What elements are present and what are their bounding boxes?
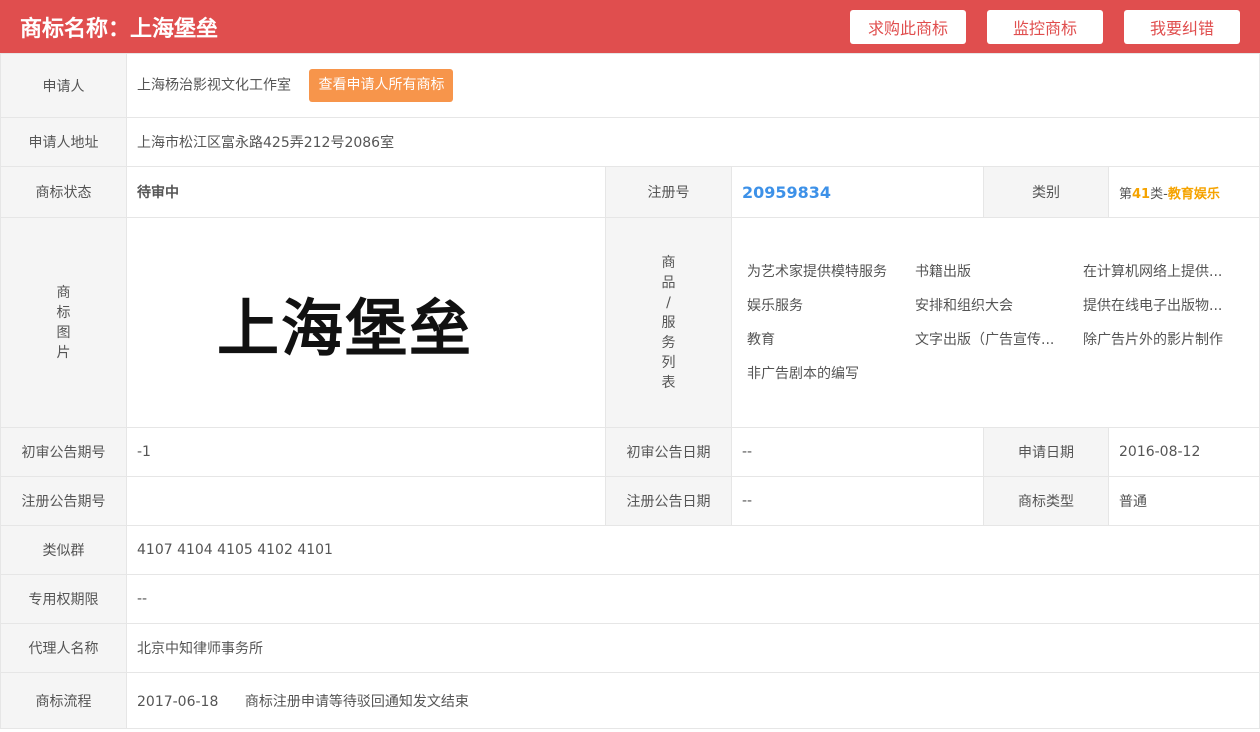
trademark-image-cell: 上海堡垒 [126,217,606,428]
category-prefix: 第 [1119,186,1133,202]
goods-label-char: 品 [661,274,676,291]
flow-cell: 2017-06-18 商标注册申请等待驳回通知发文结束 [125,672,1260,729]
goods-item: 娱乐服务 [747,297,803,314]
address-label: 申请人地址 [0,117,127,167]
row-exclusive-period: 专用权期限 -- [0,574,1260,624]
goods-list-cell: 为艺术家提供模特服务 书籍出版 在计算机网络上提供... 娱乐服务 安排和组织大… [730,217,1260,428]
row-flow: 商标流程 2017-06-18 商标注册申请等待驳回通知发文结束 [0,672,1260,729]
goods-item: 在计算机网络上提供... [1083,263,1223,280]
address-value: 上海市松江区富永路425弄212号2086室 [125,117,1260,167]
row-image-goods: 商 标 图 片 上海堡垒 商 品 / 服 务 列 表 为艺术家提供模特服务 书籍… [0,217,1260,428]
image-label-char: 图 [56,324,71,341]
trademark-image-text: 上海堡垒 [217,291,474,365]
goods-label-stack: 商 品 / 服 务 列 表 [616,253,721,393]
row-address: 申请人地址 上海市松江区富永路425弄212号2086室 [0,117,1260,167]
prelim-date-label: 初审公告日期 [605,427,732,477]
goods-label-char: 表 [661,374,676,391]
image-label-char: 商 [56,284,71,301]
row-similar-group: 类似群 4107 4104 4105 4102 4101 [0,525,1260,575]
goods-item: 为艺术家提供模特服务 [747,263,887,280]
reg-no-value: 20959834 [742,182,832,202]
similar-group-label: 类似群 [0,525,127,575]
goods-item: 除广告片外的影片制作 [1083,331,1223,348]
goods-label: 商 品 / 服 务 列 表 [605,217,732,428]
category-number: 41 [1132,186,1151,202]
flow-text: 商标注册申请等待驳回通知发文结束 [244,693,469,710]
row-registration: 注册公告期号 注册公告日期 -- 商标类型 普通 [0,476,1260,526]
reg-date-label: 注册公告日期 [605,476,732,526]
category-name: 教育娱乐 [1167,186,1220,202]
image-label-stack: 商 标 图 片 [11,283,116,363]
prelim-date-value: -- [731,427,984,477]
agent-value: 北京中知律师事务所 [125,623,1260,673]
apply-date-value: 2016-08-12 [1107,427,1260,477]
exclusive-period-label: 专用权期限 [0,574,127,624]
prelim-issue-value: -1 [126,427,606,477]
goods-label-char: / [666,294,671,311]
row-status: 商标状态 待审中 注册号 20959834 类别 第41类-教育娱乐 [0,166,1260,218]
flow-date: 2017-06-18 [137,693,219,710]
reg-date-value: -- [731,476,984,526]
mark-type-value: 普通 [1107,476,1260,526]
goods-item: 非广告剧本的编写 [747,365,859,382]
goods-label-char: 列 [661,354,676,371]
monitor-trademark-button[interactable]: 监控商标 [987,9,1103,44]
page-title: 商标名称：上海堡垒 [20,16,219,42]
reg-issue-label: 注册公告期号 [0,476,127,526]
image-label: 商 标 图 片 [0,217,127,428]
apply-date-label: 申请日期 [983,427,1109,477]
row-applicant: 申请人 上海杨治影视文化工作室 查看申请人所有商标 [0,53,1260,118]
category-value: 第41类-教育娱乐 [1107,166,1260,218]
goods-list: 为艺术家提供模特服务 书籍出版 在计算机网络上提供... 娱乐服务 安排和组织大… [742,262,1249,384]
reg-no-cell: 20959834 [731,166,984,218]
header-bar: 商标名称：上海堡垒 求购此商标 监控商标 我要纠错 [0,0,1260,53]
goods-item: 教育 [747,331,775,348]
report-error-button[interactable]: 我要纠错 [1124,9,1240,44]
applicant-label: 申请人 [0,53,127,118]
view-applicant-trademarks-button[interactable]: 查看申请人所有商标 [309,69,454,102]
flow-label: 商标流程 [0,672,127,729]
exclusive-period-value: -- [125,574,1260,624]
image-label-char: 片 [56,344,71,361]
goods-label-char: 服 [661,314,676,331]
goods-item: 安排和组织大会 [915,297,1013,314]
goods-item: 提供在线电子出版物... [1083,297,1223,314]
buy-trademark-button[interactable]: 求购此商标 [850,9,966,44]
goods-item: 文字出版（广告宣传... [915,331,1055,348]
trademark-image: 上海堡垒 [217,268,527,378]
applicant-cell: 上海杨治影视文化工作室 查看申请人所有商标 [125,53,1260,118]
trademark-info-table: 申请人 上海杨治影视文化工作室 查看申请人所有商标 申请人地址 上海市松江区富永… [0,53,1260,729]
similar-group-value: 4107 4104 4105 4102 4101 [125,525,1260,575]
prelim-issue-label: 初审公告期号 [0,427,127,477]
goods-label-char: 务 [661,334,676,351]
row-agent: 代理人名称 北京中知律师事务所 [0,623,1260,673]
category-suffix: 类- [1150,186,1168,202]
status-value: 待审中 [126,166,606,218]
category-label: 类别 [983,166,1109,218]
image-label-char: 标 [56,304,71,321]
reg-issue-value [126,476,606,526]
status-label: 商标状态 [0,166,127,218]
agent-label: 代理人名称 [0,623,127,673]
row-prelim: 初审公告期号 -1 初审公告日期 -- 申请日期 2016-08-12 [0,427,1260,477]
reg-no-label: 注册号 [605,166,732,218]
applicant-value: 上海杨治影视文化工作室 [137,77,291,94]
mark-type-label: 商标类型 [983,476,1109,526]
goods-label-char: 商 [661,254,676,271]
goods-item: 书籍出版 [915,263,971,280]
